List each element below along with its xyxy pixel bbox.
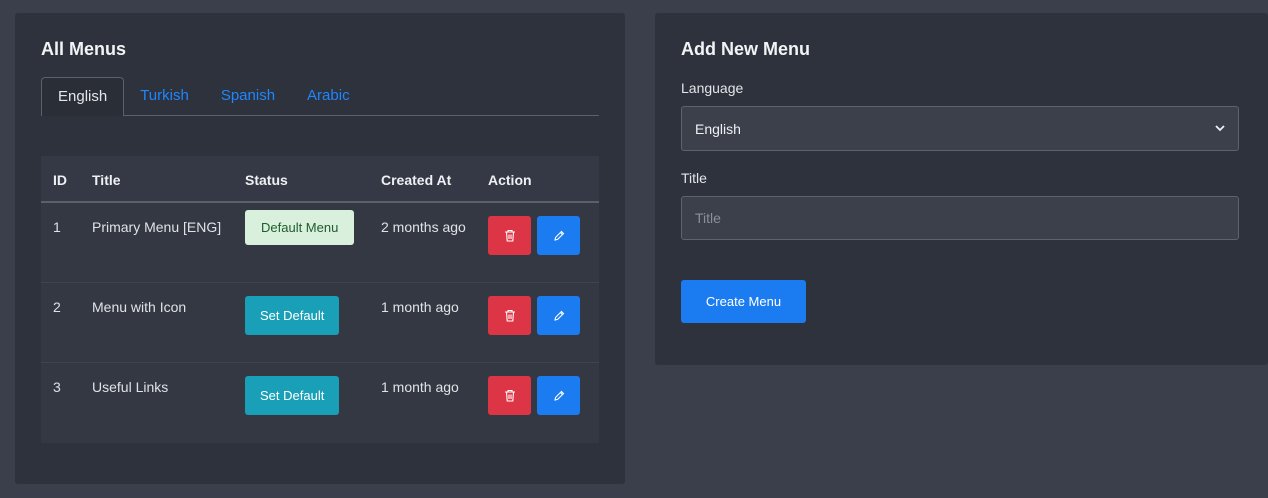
all-menus-card: All Menus English Turkish Spanish Arabic… xyxy=(15,13,625,484)
tab-english[interactable]: English xyxy=(41,77,125,116)
row-id: 1 xyxy=(53,219,61,235)
delete-button[interactable] xyxy=(488,216,531,255)
trash-icon xyxy=(504,309,515,322)
language-label: Language xyxy=(681,80,744,96)
edit-button[interactable] xyxy=(537,376,580,415)
row-created-at: 1 month ago xyxy=(381,379,459,395)
header-title: Title xyxy=(92,172,121,188)
row-id: 2 xyxy=(53,299,61,315)
language-select[interactable]: English xyxy=(681,106,1239,151)
set-default-button[interactable]: Set Default xyxy=(245,296,340,335)
trash-icon xyxy=(504,389,515,402)
all-menus-title: All Menus xyxy=(41,39,127,59)
table-header: ID Title Status Created At Action xyxy=(41,156,599,203)
title-input[interactable] xyxy=(681,196,1239,240)
pencil-icon xyxy=(553,230,564,241)
row-id: 3 xyxy=(53,379,61,395)
header-status: Status xyxy=(245,172,288,188)
table-row: 3 Useful Links Set Default 1 month ago xyxy=(41,363,599,443)
pencil-icon xyxy=(553,390,564,401)
chevron-down-icon xyxy=(1215,125,1225,132)
row-title: Primary Menu [ENG] xyxy=(92,219,222,235)
title-label: Title xyxy=(681,170,707,186)
row-created-at: 1 month ago xyxy=(381,299,459,315)
row-title: Menu with Icon xyxy=(92,299,187,315)
tab-turkish[interactable]: Turkish xyxy=(124,77,205,116)
tab-spanish[interactable]: Spanish xyxy=(205,77,291,116)
table-row: 2 Menu with Icon Set Default 1 month ago xyxy=(41,283,599,363)
delete-button[interactable] xyxy=(488,296,531,335)
row-title: Useful Links xyxy=(92,379,169,395)
row-created-at: 2 months ago xyxy=(381,219,466,235)
edit-button[interactable] xyxy=(537,296,580,335)
add-menu-title: Add New Menu xyxy=(681,39,810,59)
header-id: ID xyxy=(53,172,67,188)
header-action: Action xyxy=(488,172,532,188)
language-select-value: English xyxy=(695,120,741,137)
create-menu-button[interactable]: Create Menu xyxy=(681,280,806,323)
set-default-button[interactable]: Set Default xyxy=(245,376,340,415)
table-row: 1 Primary Menu [ENG] Default Menu 2 mont… xyxy=(41,203,599,283)
add-menu-card: Add New Menu Language English Title Crea… xyxy=(655,13,1268,365)
menus-table: ID Title Status Created At Action 1 Prim… xyxy=(41,156,599,443)
default-menu-badge: Default Menu xyxy=(245,210,355,245)
header-created-at: Created At xyxy=(381,172,452,188)
pencil-icon xyxy=(553,310,564,321)
language-tabs: English Turkish Spanish Arabic xyxy=(41,77,599,116)
trash-icon xyxy=(504,229,515,242)
edit-button[interactable] xyxy=(537,216,580,255)
delete-button[interactable] xyxy=(488,376,531,415)
tab-arabic[interactable]: Arabic xyxy=(291,77,366,116)
